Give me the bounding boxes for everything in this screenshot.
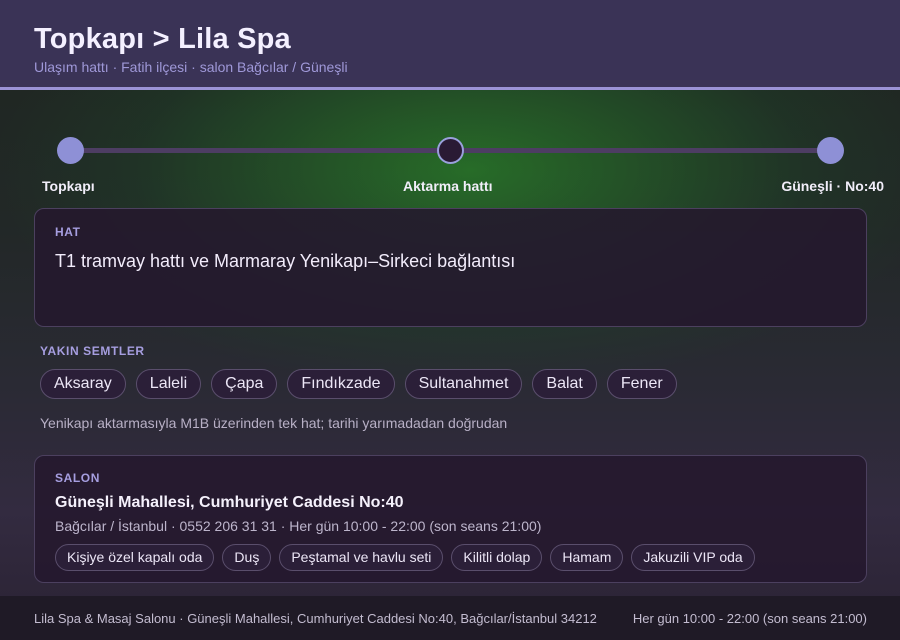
district-chip-capa[interactable]: Çapa (211, 369, 278, 399)
salon-card: SALON Güneşli Mahallesi, Cumhuriyet Cadd… (34, 455, 867, 583)
district-chip-balat[interactable]: Balat (532, 369, 597, 399)
amenity-tag: Hamam (550, 544, 624, 571)
amenity-tag: Peştamal ve havlu seti (279, 544, 444, 571)
route-stop-end-dot (817, 137, 844, 164)
page-header: Topkapı > Lila Spa Ulaşım hattı · Fatih … (0, 0, 900, 90)
amenity-tag: Kilitli dolap (451, 544, 543, 571)
salon-meta: Bağcılar / İstanbul · 0552 206 31 31 · H… (55, 518, 542, 534)
route-stop-transfer-label: Aktarma hattı (403, 178, 493, 194)
footer-hours: Her gün 10:00 - 22:00 (son seans 21:00) (632, 610, 867, 626)
amenity-tag: Kişiye özel kapalı oda (55, 544, 215, 571)
route-progress: Topkapı Aktarma hattı Güneşli · No:40 (0, 128, 900, 198)
footer-address: Lila Spa & Masaj Salonu · Güneşli Mahall… (34, 610, 597, 626)
amenity-tag: Duş (222, 544, 272, 571)
amenities-list: Kişiye özel kapalı oda Duş Peştamal ve h… (55, 544, 846, 571)
district-chip-findikzade[interactable]: Fındıkzade (287, 369, 395, 399)
nearby-districts-label: YAKIN SEMTLER (40, 344, 145, 358)
page-footer: Lila Spa & Masaj Salonu · Güneşli Mahall… (0, 596, 900, 640)
hat-card: HAT T1 tramvay hattı ve Marmaray Yenikap… (34, 208, 867, 327)
route-stop-start-label: Topkapı (42, 178, 95, 194)
amenity-tag: Jakuzili VIP oda (631, 544, 755, 571)
district-chip-fener[interactable]: Fener (606, 369, 677, 399)
salon-label: SALON (55, 471, 100, 485)
route-stop-end-label: Güneşli · No:40 (781, 178, 884, 194)
district-chip-sultanahmet[interactable]: Sultanahmet (404, 369, 523, 399)
hat-value: T1 tramvay hattı ve Marmaray Yenikapı–Si… (55, 251, 516, 271)
route-stop-start-dot (57, 137, 84, 164)
page-title: Topkapı > Lila Spa (34, 23, 291, 55)
hat-label: HAT (55, 225, 81, 239)
page-subtitle: Ulaşım hattı · Fatih ilçesi · salon Bağc… (34, 59, 348, 75)
district-chip-aksaray[interactable]: Aksaray (40, 369, 126, 399)
salon-address: Güneşli Mahallesi, Cumhuriyet Caddesi No… (55, 494, 404, 511)
nearby-districts-list: Aksaray Laleli Çapa Fındıkzade Sultanahm… (40, 369, 677, 399)
route-stop-transfer-dot (437, 137, 464, 164)
route-note: Yenikapı aktarmasıyla M1B üzerinden tek … (40, 415, 508, 431)
district-chip-laleli[interactable]: Laleli (135, 369, 202, 399)
